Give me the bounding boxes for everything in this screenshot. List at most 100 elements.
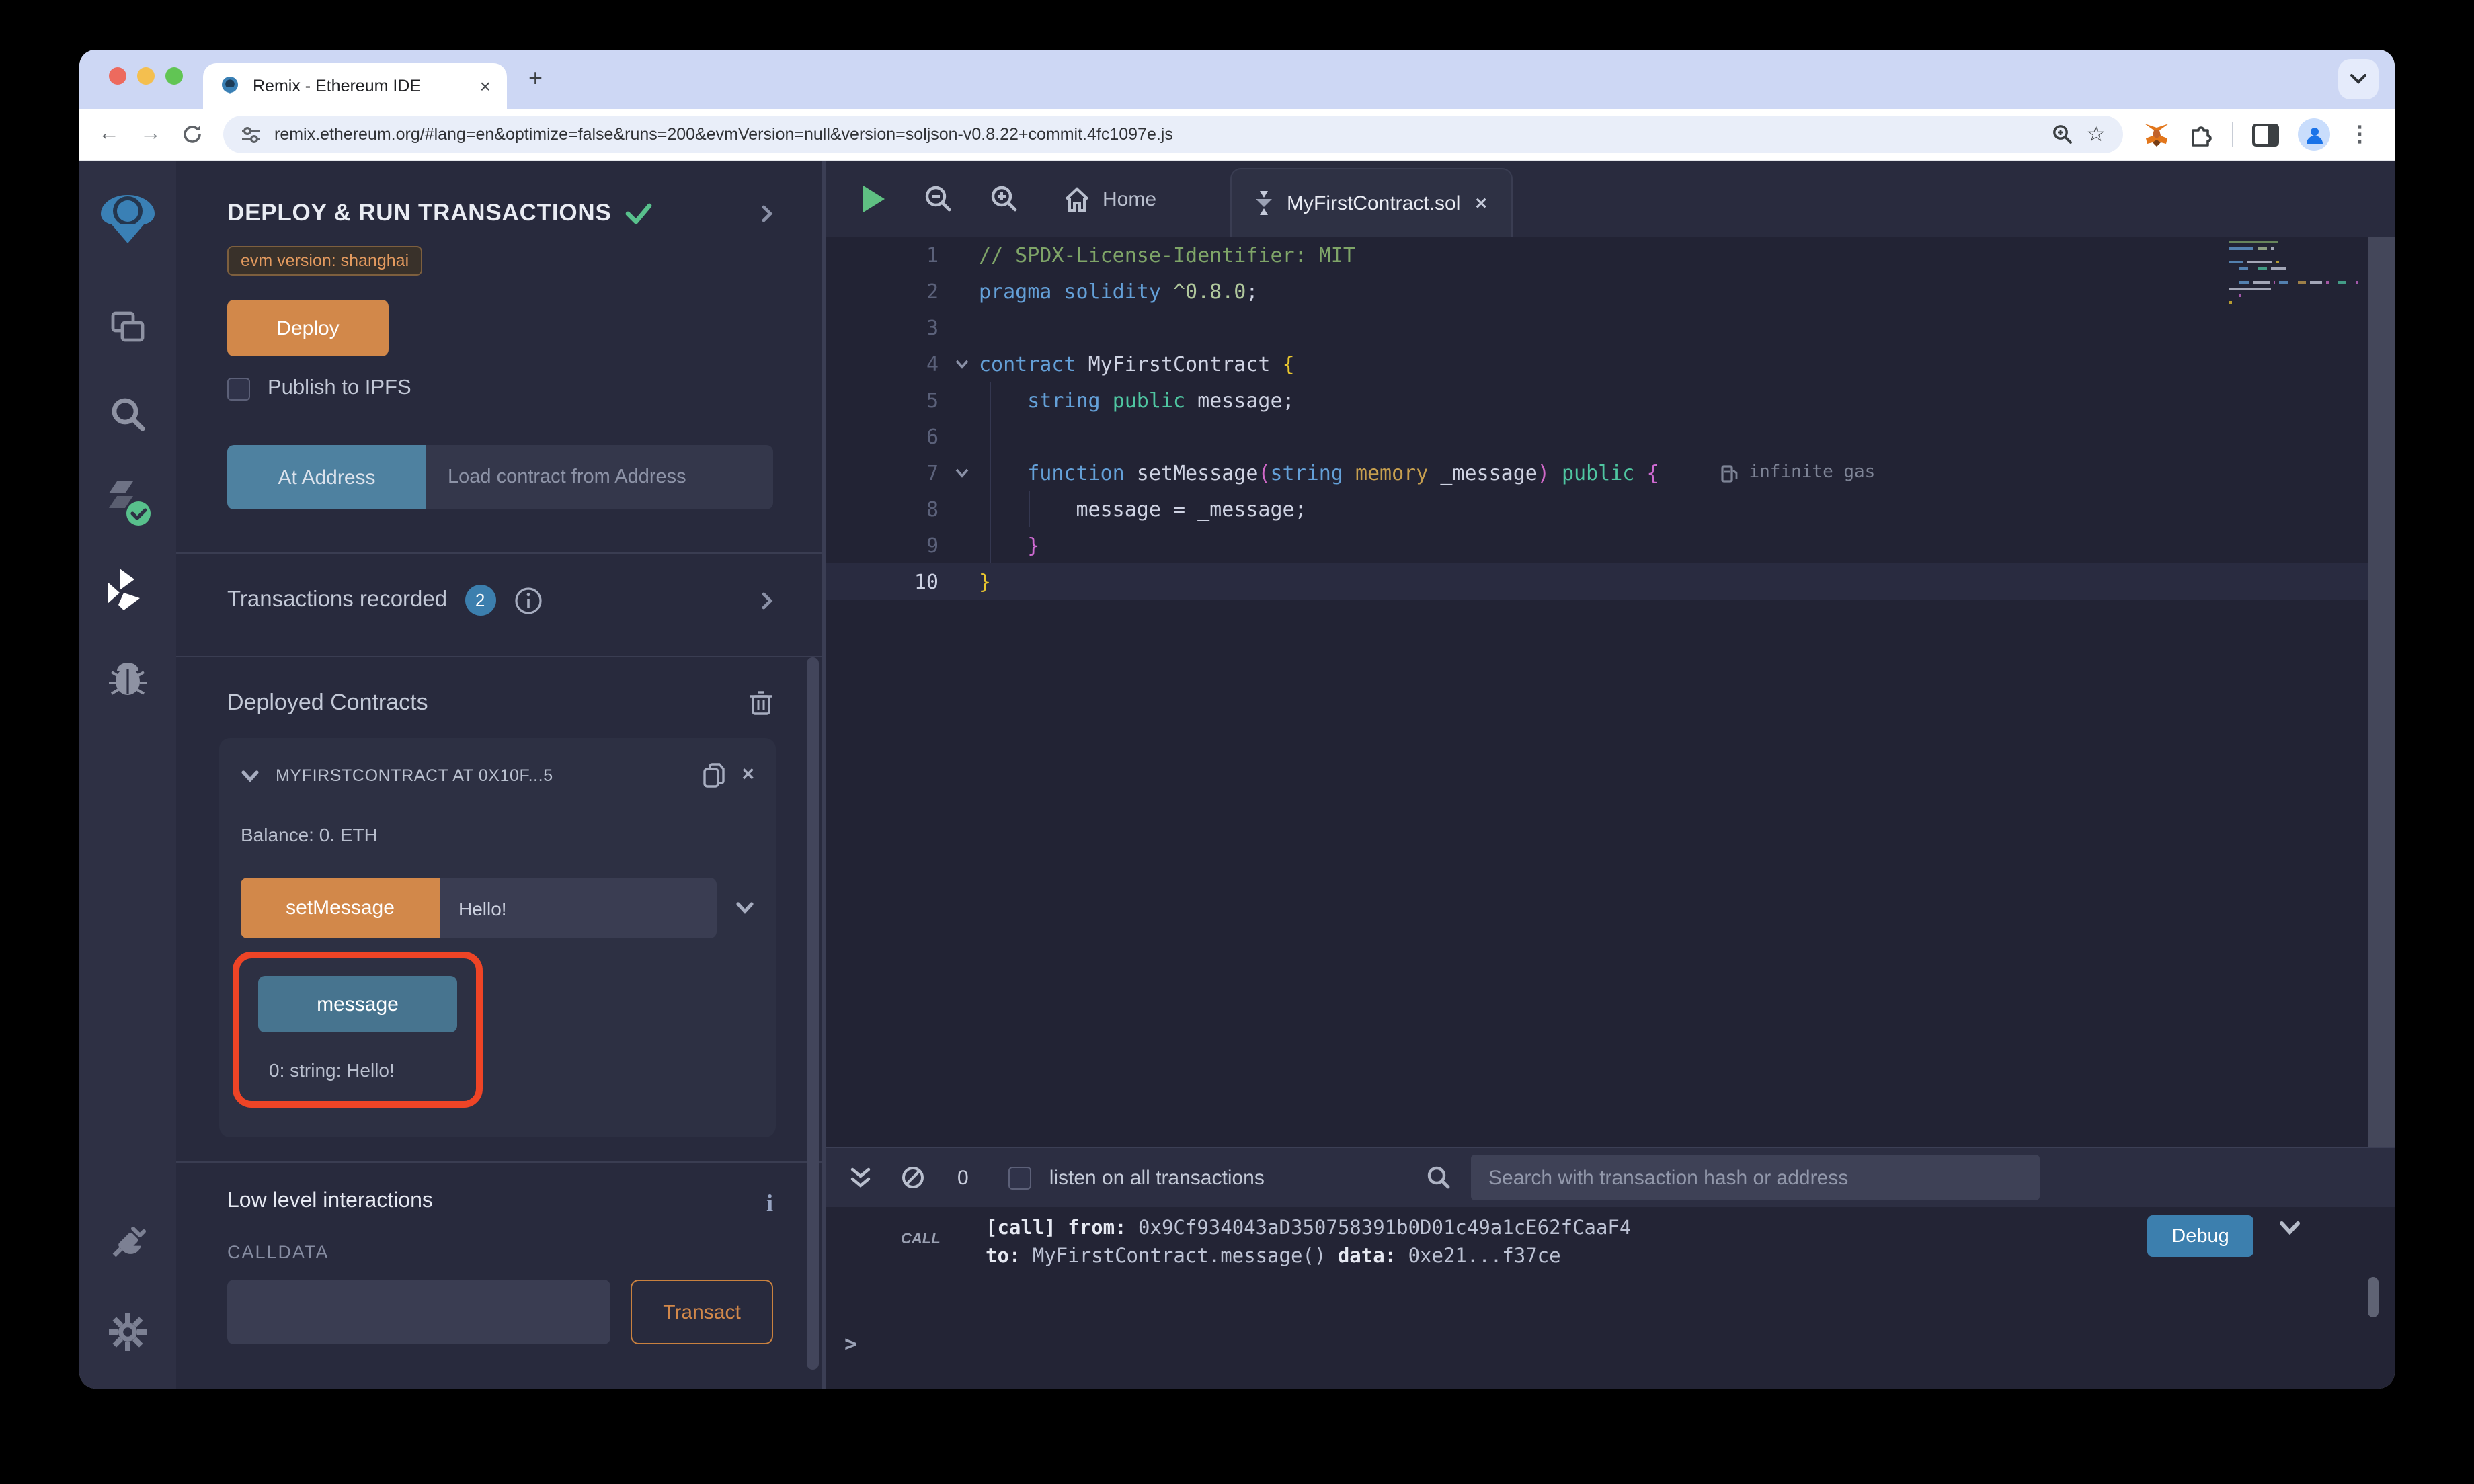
- deploy-button[interactable]: Deploy: [227, 300, 389, 356]
- deploy-and-run-icon[interactable]: [79, 569, 176, 612]
- listen-transactions-checkbox[interactable]: [1009, 1166, 1032, 1189]
- deployed-contracts-title: Deployed Contracts: [227, 690, 428, 716]
- forward-button[interactable]: →: [140, 124, 161, 145]
- deployed-contract-card: MYFIRSTCONTRACT AT 0X10F...5 × Balance: …: [219, 738, 776, 1137]
- call-badge: CALL: [901, 1231, 941, 1247]
- remix-logo-icon[interactable]: [79, 184, 176, 254]
- code-line[interactable]: 4contract MyFirstContract {: [826, 345, 2395, 382]
- panel-header: DEPLOY & RUN TRANSACTIONS: [227, 199, 773, 227]
- low-level-info-icon[interactable]: i: [766, 1190, 773, 1218]
- deploy-run-panel: DEPLOY & RUN TRANSACTIONS evm version: s…: [176, 161, 822, 1389]
- code-line[interactable]: 2pragma solidity ^0.8.0;: [826, 273, 2395, 309]
- section-divider: [176, 656, 822, 657]
- browser-menu-icon[interactable]: ⋮: [2349, 121, 2370, 148]
- message-button[interactable]: message: [258, 976, 457, 1032]
- calldata-input[interactable]: [227, 1280, 610, 1344]
- tab-close-icon[interactable]: ×: [480, 77, 491, 95]
- metamask-icon[interactable]: [2143, 122, 2170, 147]
- code-line[interactable]: 9 }: [826, 527, 2395, 563]
- zoom-in-icon[interactable]: [990, 184, 1019, 214]
- publish-ipfs-label[interactable]: Publish to IPFS: [268, 376, 411, 401]
- toolbar-divider: [2232, 122, 2233, 147]
- set-message-button[interactable]: setMessage: [241, 878, 440, 938]
- browser-tab[interactable]: Remix - Ethereum IDE ×: [203, 63, 507, 109]
- code-line[interactable]: 7 function setMessage(string memory _mes…: [826, 454, 2395, 491]
- panel-pin-chevron-icon[interactable]: [761, 204, 773, 222]
- editor-minimap[interactable]: [2229, 241, 2358, 304]
- run-script-icon[interactable]: [861, 184, 887, 214]
- solidity-compiler-icon[interactable]: [79, 479, 176, 527]
- extensions-puzzle-icon[interactable]: [2189, 122, 2213, 147]
- address-bar[interactable]: remix.ethereum.org/#lang=en&optimize=fal…: [223, 116, 2123, 153]
- zoom-page-icon[interactable]: [2051, 124, 2073, 145]
- contract-instance-title: MYFIRSTCONTRACT AT 0X10F...5: [276, 766, 685, 785]
- file-explorer-icon[interactable]: [79, 306, 176, 347]
- transact-button[interactable]: Transact: [631, 1280, 773, 1344]
- debugger-icon[interactable]: [79, 659, 176, 699]
- expand-terminal-icon[interactable]: [850, 1167, 871, 1188]
- trash-icon[interactable]: [749, 690, 773, 716]
- gas-estimate-annotation: infinite gas: [1721, 462, 1876, 483]
- contract-card-header[interactable]: MYFIRSTCONTRACT AT 0X10F...5 ×: [241, 762, 754, 789]
- file-tab-close-icon[interactable]: ×: [1475, 192, 1487, 214]
- reload-button[interactable]: [182, 124, 203, 145]
- at-address-input[interactable]: [426, 445, 773, 509]
- panel-scrollbar[interactable]: [807, 657, 819, 1370]
- editor-area: Home MyFirstContract.sol × 1// SPDX-Lice…: [826, 161, 2395, 1389]
- copy-address-icon[interactable]: [701, 762, 725, 789]
- search-icon[interactable]: [79, 394, 176, 434]
- extension-icons: ⋮: [2143, 118, 2376, 151]
- deployed-contracts-header: Deployed Contracts: [227, 690, 773, 716]
- debug-button[interactable]: Debug: [2147, 1215, 2253, 1257]
- side-panel-icon[interactable]: [2252, 123, 2279, 146]
- minimize-window-button[interactable]: [137, 67, 155, 85]
- terminal-search-icon: [1427, 1165, 1451, 1190]
- collapse-chevron-icon[interactable]: [241, 770, 260, 782]
- code-line[interactable]: 3: [826, 309, 2395, 345]
- tab-myfirstcontract[interactable]: MyFirstContract.sol ×: [1230, 168, 1513, 237]
- publish-ipfs-checkbox[interactable]: [227, 377, 250, 400]
- indent-guide: [1029, 491, 1030, 527]
- editor-tabbar: Home MyFirstContract.sol ×: [826, 161, 2395, 237]
- clear-console-icon[interactable]: [901, 1165, 925, 1190]
- site-settings-icon[interactable]: [241, 124, 261, 145]
- terminal-count: 0: [957, 1166, 969, 1189]
- back-button[interactable]: ←: [98, 124, 120, 145]
- info-icon[interactable]: [513, 585, 543, 615]
- expand-args-chevron-icon[interactable]: [735, 902, 754, 914]
- plugin-manager-icon[interactable]: [79, 1221, 176, 1264]
- close-window-button[interactable]: [109, 67, 126, 85]
- terminal-search-input[interactable]: [1471, 1155, 2040, 1200]
- new-tab-button[interactable]: +: [528, 65, 543, 93]
- screen: Remix - Ethereum IDE × + ← → remix.ether…: [0, 0, 2474, 1484]
- tab-home[interactable]: Home: [1064, 186, 1156, 212]
- code-line[interactable]: 10}: [826, 563, 2395, 600]
- tab-search-button[interactable]: [2338, 59, 2379, 99]
- code-line[interactable]: 6: [826, 418, 2395, 454]
- low-level-title: Low level interactions: [227, 1190, 766, 1214]
- terminal-scrollbar[interactable]: [2368, 1277, 2379, 1317]
- set-message-row: setMessage: [241, 878, 754, 938]
- settings-gear-icon[interactable]: [79, 1312, 176, 1352]
- solidity-file-icon: [1256, 191, 1272, 215]
- terminal-prompt[interactable]: >: [844, 1331, 857, 1356]
- code-line[interactable]: 8 message = _message;: [826, 491, 2395, 527]
- transactions-expand-chevron-icon[interactable]: [761, 591, 773, 610]
- listen-transactions-label[interactable]: listen on all transactions: [1049, 1166, 1265, 1189]
- zoom-out-icon[interactable]: [924, 184, 953, 214]
- bookmark-star-icon[interactable]: ☆: [2086, 121, 2106, 148]
- publish-ipfs-row: Publish to IPFS: [227, 376, 773, 401]
- terminal-toolbar: 0 listen on all transactions: [826, 1148, 2395, 1207]
- maximize-window-button[interactable]: [165, 67, 183, 85]
- at-address-button[interactable]: At Address: [227, 445, 426, 509]
- editor-scrollbar[interactable]: [2368, 237, 2395, 1147]
- code-line[interactable]: 5 string public message;: [826, 382, 2395, 418]
- remove-instance-icon[interactable]: ×: [742, 764, 754, 788]
- profile-avatar[interactable]: [2298, 118, 2330, 151]
- code-editor[interactable]: 1// SPDX-License-Identifier: MIT2pragma …: [826, 237, 2395, 1147]
- url-text[interactable]: remix.ethereum.org/#lang=en&optimize=fal…: [274, 125, 2038, 144]
- log-expand-chevron-icon[interactable]: [2279, 1221, 2301, 1235]
- set-message-input[interactable]: [440, 878, 717, 938]
- code-line[interactable]: 1// SPDX-License-Identifier: MIT: [826, 237, 2395, 273]
- home-icon: [1064, 186, 1090, 212]
